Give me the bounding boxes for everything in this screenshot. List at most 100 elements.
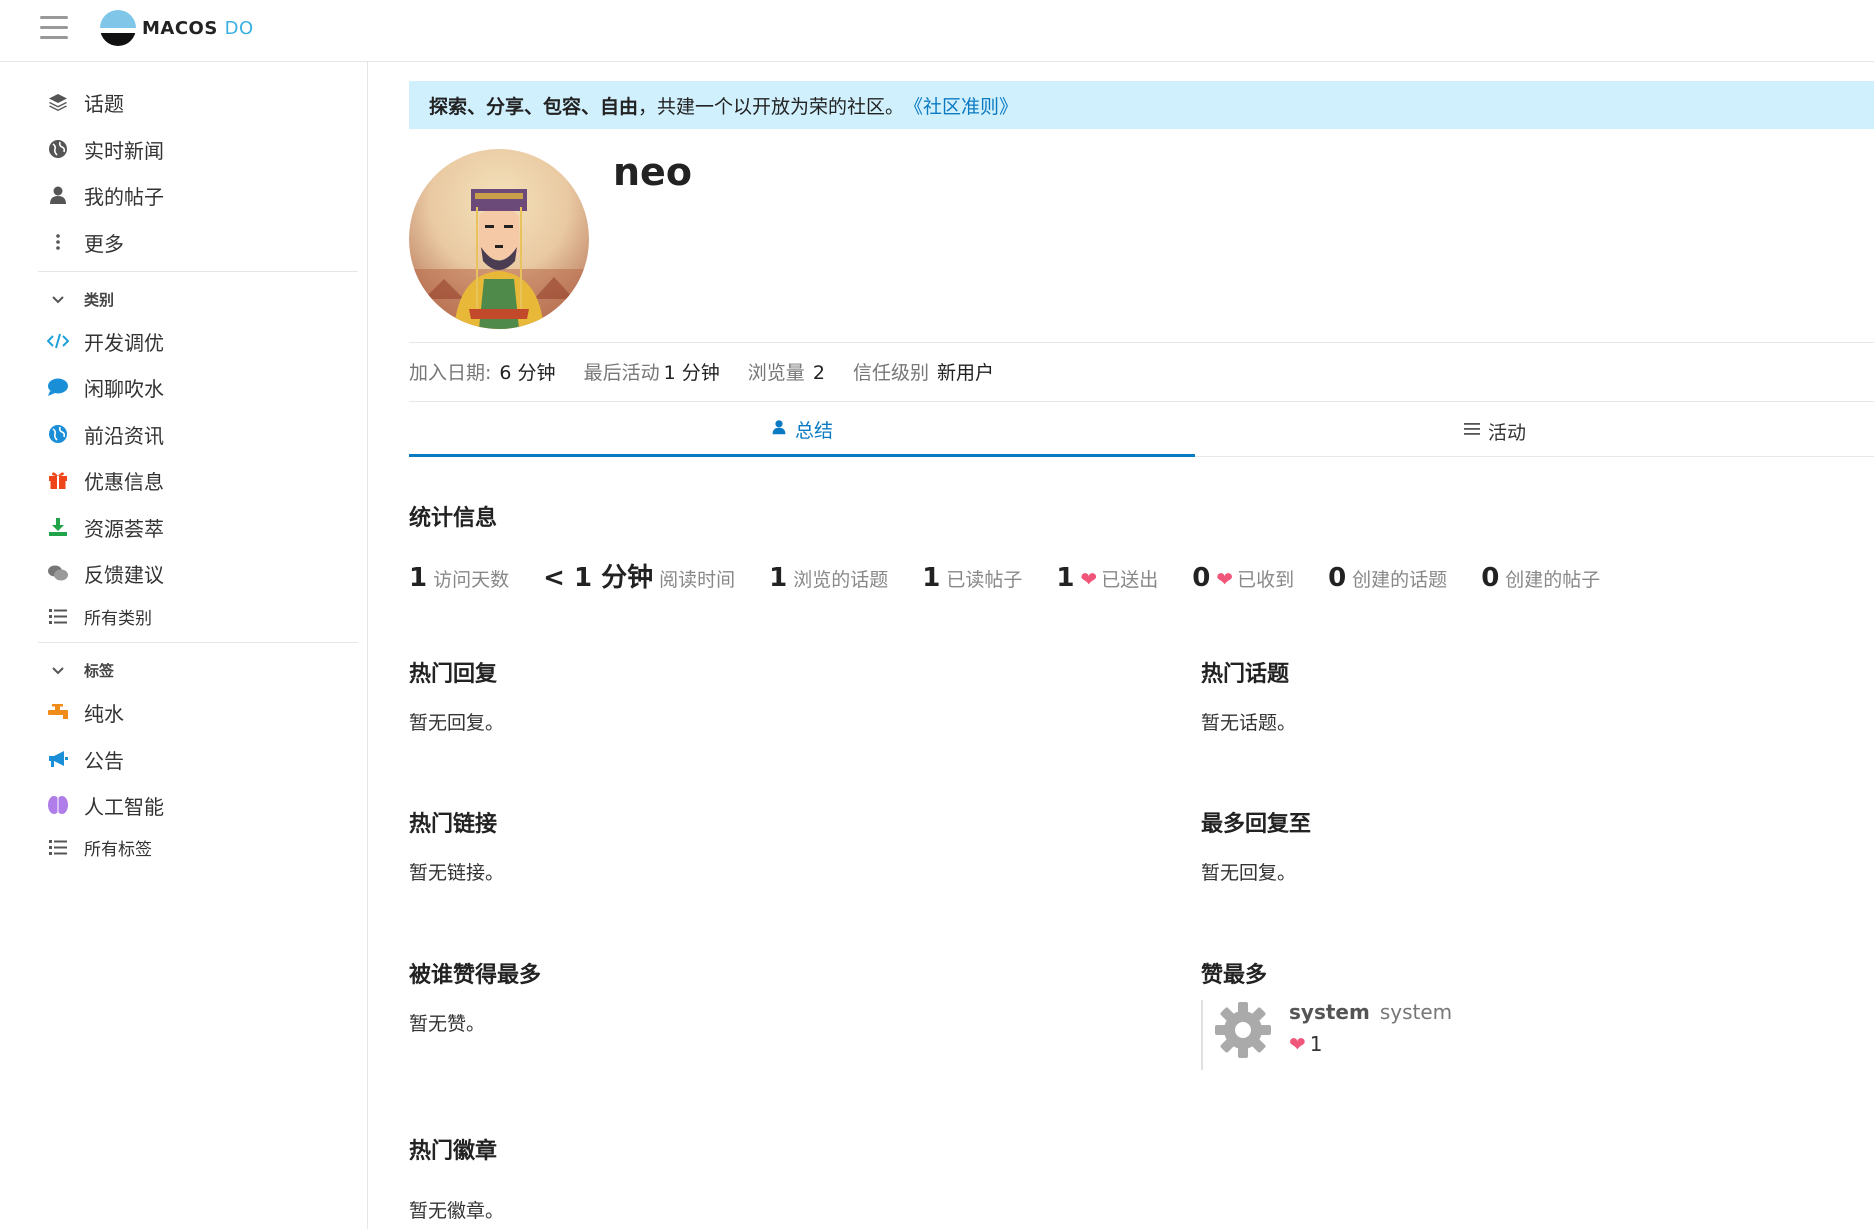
sidebar: 话题 实时新闻 我的帖子 更多 类别 开发调优 闲聊吹水 前沿资讯 优惠信息 资… — [0, 62, 368, 1229]
hamburger-menu-icon[interactable] — [40, 16, 68, 40]
heart-icon: ❤ — [1289, 1032, 1306, 1056]
trust-level-value: 新用户 — [936, 362, 994, 384]
tab-activity-label: 活动 — [1487, 421, 1526, 444]
banner-bold-text: 探索、分享、包容、自由 — [429, 95, 639, 118]
sidebar-item-news[interactable]: 实时新闻 — [46, 133, 164, 165]
community-banner: 探索、分享、包容、自由 ，共建一个以开放为荣的社区。 《社区准则》 — [409, 81, 1874, 129]
stat-posts-created: 0 创建的帖子 — [1481, 563, 1601, 593]
user-icon — [46, 183, 70, 207]
sidebar-item-topics[interactable]: 话题 — [46, 86, 124, 118]
sidebar-divider — [38, 642, 358, 643]
sidebar-item-frontier[interactable]: 前沿资讯 — [46, 418, 164, 450]
list-icon — [46, 835, 70, 859]
most-liked-user-name[interactable]: system — [1289, 1000, 1370, 1024]
sidebar-item-all-tags[interactable]: 所有标签 — [46, 831, 152, 863]
views-label: 浏览量 — [747, 362, 805, 384]
gear-icon — [1213, 1000, 1273, 1060]
sidebar-item-label: 更多 — [84, 231, 124, 256]
sidebar-item-more[interactable]: 更多 — [46, 226, 124, 258]
sidebar-item-label: 所有标签 — [84, 839, 152, 860]
tab-summary[interactable]: 总结 — [409, 405, 1195, 457]
sidebar-item-deals[interactable]: 优惠信息 — [46, 464, 164, 496]
most-liked-by-title: 被谁赞得最多 — [409, 963, 542, 988]
joined-label: 加入日期: — [409, 362, 492, 384]
top-replies-title: 热门回复 — [409, 662, 498, 687]
user-icon — [771, 419, 787, 440]
top-replies-empty: 暂无回复。 — [409, 712, 505, 734]
views-value: 2 — [812, 362, 825, 384]
stat-likes-given: 1 ❤ 已送出 — [1056, 563, 1159, 593]
chevron-down-icon — [46, 662, 70, 680]
layers-icon — [46, 90, 70, 114]
most-liked-by-empty: 暂无赞。 — [409, 1013, 486, 1035]
sidebar-item-tag-water[interactable]: 纯水 — [46, 696, 124, 728]
logo-mark-icon — [100, 10, 136, 46]
meta-divider — [409, 401, 1874, 402]
top-topics-title: 热门话题 — [1201, 662, 1290, 687]
site-logo[interactable]: MACOS DO — [100, 10, 254, 46]
globe-icon — [46, 137, 70, 161]
sidebar-item-resources[interactable]: 资源荟萃 — [46, 511, 164, 543]
sidebar-item-label: 人工智能 — [84, 794, 164, 819]
sidebar-item-label: 前沿资讯 — [84, 423, 164, 448]
stat-topics-viewed: 1 浏览的话题 — [769, 563, 889, 593]
stat-posts-read: 1 已读帖子 — [922, 563, 1023, 593]
sidebar-item-label: 所有类别 — [84, 608, 152, 629]
profile-username: neo — [613, 150, 692, 194]
globe-icon — [46, 422, 70, 446]
most-liked-user-username: system — [1379, 1000, 1453, 1024]
tab-activity[interactable]: 活动 — [1195, 405, 1795, 457]
heart-icon: ❤ — [1080, 567, 1098, 591]
sidebar-item-label: 资源荟萃 — [84, 516, 164, 541]
tabs-divider — [1195, 456, 1874, 457]
sidebar-item-my-posts[interactable]: 我的帖子 — [46, 179, 164, 211]
profile-meta: 加入日期: 6 分钟 最后活动 1 分钟 浏览量 2 信任级别 新用户 — [409, 358, 1016, 385]
sidebar-item-label: 公告 — [84, 748, 124, 773]
sidebar-item-tag-announcement[interactable]: 公告 — [46, 743, 124, 775]
most-liked-user-info: system system ❤ 1 — [1289, 1000, 1452, 1056]
sidebar-item-tag-ai[interactable]: 人工智能 — [46, 789, 164, 821]
comments-icon — [46, 561, 70, 585]
tags-section-toggle[interactable]: 标签 — [46, 660, 114, 681]
heart-icon: ❤ — [1216, 567, 1234, 591]
categories-header: 类别 — [84, 291, 115, 309]
sidebar-item-label: 我的帖子 — [84, 184, 164, 209]
most-replied-to-empty: 暂无回复。 — [1201, 862, 1297, 884]
stat-likes-received: 0 ❤ 已收到 — [1192, 563, 1295, 593]
top-badges-empty: 暂无徽章。 — [409, 1200, 505, 1222]
most-liked-user[interactable]: system system ❤ 1 — [1201, 1000, 1452, 1070]
sidebar-item-label: 闲聊吹水 — [84, 376, 164, 401]
logo-text: MACOS DO — [142, 17, 254, 39]
most-replied-to-title: 最多回复至 — [1201, 812, 1312, 837]
sidebar-item-feedback[interactable]: 反馈建议 — [46, 557, 164, 589]
sidebar-item-label: 开发调优 — [84, 330, 164, 355]
sidebar-item-chat[interactable]: 闲聊吹水 — [46, 371, 164, 403]
categories-section-toggle[interactable]: 类别 — [46, 289, 114, 310]
sidebar-divider — [38, 271, 358, 272]
site-header: MACOS DO — [0, 0, 1874, 62]
most-liked-count: ❤ 1 — [1289, 1032, 1323, 1056]
sidebar-item-dev[interactable]: 开发调优 — [46, 325, 164, 357]
brain-icon — [46, 793, 70, 817]
sidebar-item-label: 优惠信息 — [84, 469, 164, 494]
top-links-empty: 暂无链接。 — [409, 862, 505, 884]
guidelines-link[interactable]: 《社区准则》 — [904, 92, 1018, 119]
faucet-icon — [46, 700, 70, 724]
chevron-down-icon — [46, 291, 70, 309]
list-icon — [1463, 421, 1480, 441]
banner-text: ，共建一个以开放为荣的社区。 — [638, 95, 905, 118]
last-activity-label: 最后活动 — [583, 362, 660, 384]
stats-title: 统计信息 — [409, 506, 498, 531]
megaphone-icon — [46, 747, 70, 771]
chat-bubble-icon — [46, 375, 70, 399]
stat-read-time: < 1 分钟 阅读时间 — [543, 563, 736, 593]
top-topics-empty: 暂无话题。 — [1201, 712, 1297, 734]
sidebar-item-all-categories[interactable]: 所有类别 — [46, 600, 152, 632]
tab-summary-label: 总结 — [794, 420, 833, 442]
stats-row: 1 访问天数 < 1 分钟 阅读时间 1 浏览的话题 1 已读帖子 1 ❤ 已送出 0 … — [409, 557, 1634, 594]
sidebar-item-label: 话题 — [84, 91, 124, 116]
joined-value: 6 分钟 — [499, 362, 556, 384]
trust-level-label: 信任级别 — [852, 362, 929, 384]
code-icon — [46, 329, 70, 353]
top-badges-title: 热门徽章 — [409, 1139, 498, 1164]
